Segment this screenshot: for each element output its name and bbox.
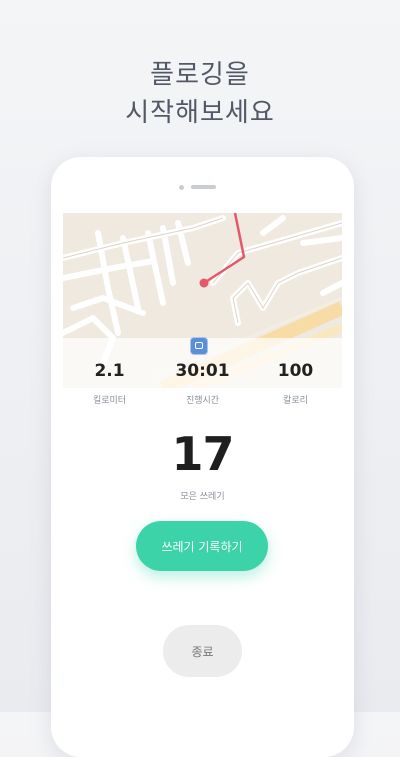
duration-value: 30:01	[175, 361, 230, 381]
duration-label: 진행시간	[185, 396, 220, 406]
stat-distance: 2.1 킬로미터	[63, 360, 156, 406]
speaker-grille	[191, 185, 216, 189]
headline-line-1: 플로깅을	[150, 60, 250, 90]
calories-value: 100	[277, 361, 314, 381]
stats-row: 2.1 킬로미터 30:01 진행시간 100 칼로리	[63, 360, 342, 420]
stat-calories: 100 칼로리	[249, 360, 342, 406]
distance-label: 킬로미터	[92, 396, 127, 406]
current-location-dot	[199, 278, 209, 288]
bus-stop-icon[interactable]	[190, 337, 208, 355]
calories-label: 칼로리	[283, 396, 308, 406]
headline: 플로깅을 시작해보세요	[0, 56, 400, 132]
camera-dot	[179, 185, 184, 190]
distance-value: 2.1	[94, 361, 125, 381]
end-button[interactable]: 종료	[163, 625, 242, 677]
trash-count: 17	[171, 427, 234, 481]
headline-line-2: 시작해보세요	[125, 98, 275, 128]
phone-mockup: 2.1 킬로미터 30:01 진행시간 100 칼로리 17 모은 쓰레기 쓰레…	[51, 157, 354, 757]
record-trash-button[interactable]: 쓰레기 기록하기	[136, 521, 268, 571]
trash-count-label: 모은 쓰레기	[180, 492, 225, 502]
stat-duration: 30:01 진행시간	[156, 360, 249, 406]
